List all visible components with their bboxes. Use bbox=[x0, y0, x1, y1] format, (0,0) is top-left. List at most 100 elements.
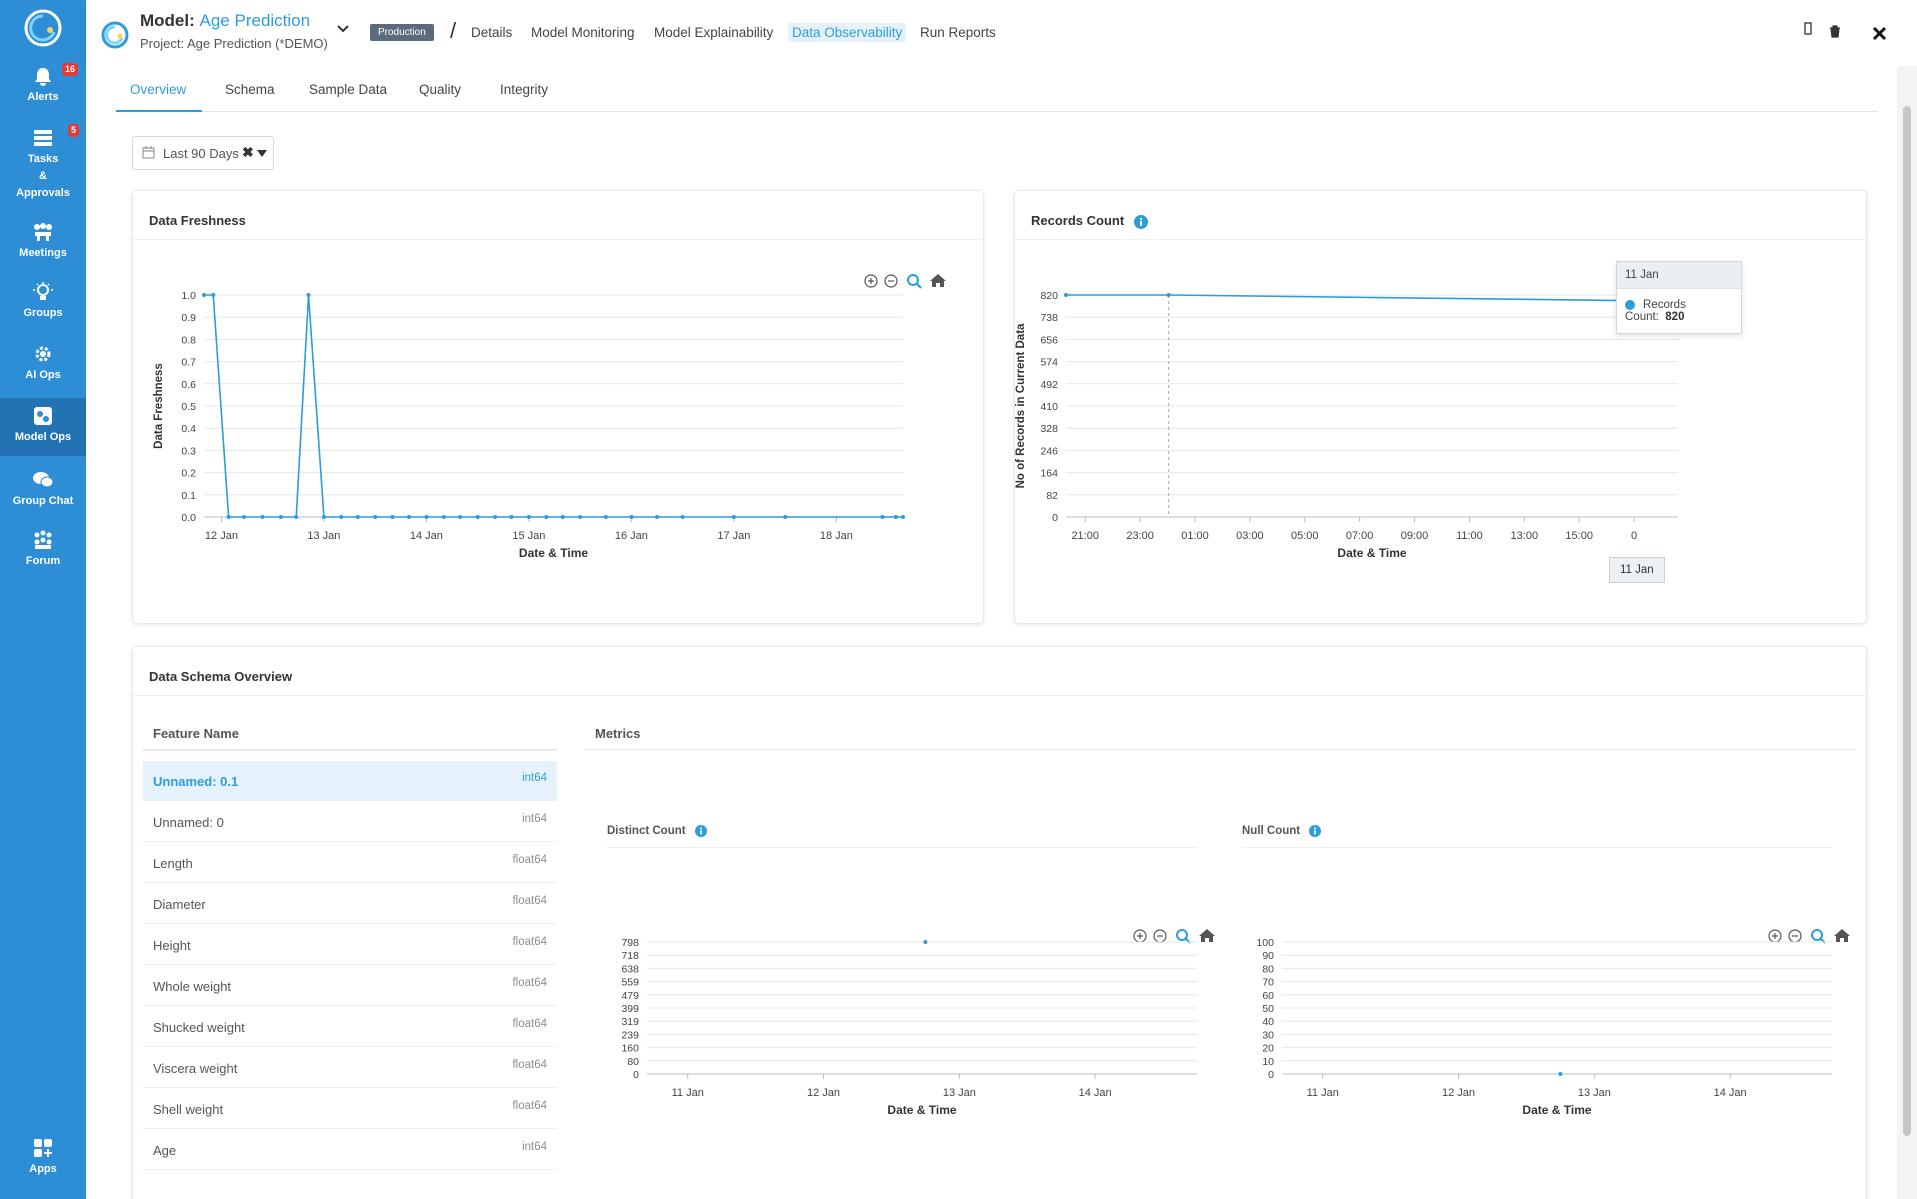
close-icon[interactable] bbox=[1872, 26, 1887, 41]
chevron-down-icon[interactable] bbox=[336, 24, 350, 34]
zoom-out-icon[interactable] bbox=[1153, 929, 1167, 943]
main-content: Overview Schema Sample Data Quality Inte… bbox=[86, 66, 1897, 1199]
data-point[interactable] bbox=[202, 293, 206, 297]
series-marker bbox=[1625, 299, 1635, 310]
reset-home-icon[interactable] bbox=[1834, 929, 1850, 942]
tab-overview[interactable]: Overview bbox=[130, 82, 186, 97]
data-point[interactable] bbox=[1166, 293, 1171, 297]
data-point[interactable] bbox=[1558, 1072, 1563, 1076]
data-point[interactable] bbox=[406, 515, 411, 519]
app-logo-icon[interactable] bbox=[23, 8, 63, 48]
data-point[interactable] bbox=[294, 515, 299, 519]
x-tick-label: 09:00 bbox=[1401, 530, 1429, 542]
copy-icon[interactable] bbox=[1803, 22, 1813, 36]
reset-home-icon[interactable] bbox=[930, 274, 946, 287]
data-point[interactable] bbox=[526, 515, 531, 519]
date-range-select[interactable]: Last 90 Days ✖ bbox=[132, 136, 274, 170]
data-point[interactable] bbox=[339, 515, 344, 519]
tab-integrity[interactable]: Integrity bbox=[500, 82, 548, 97]
sidebar-item-alerts[interactable]: Alerts 16 bbox=[0, 63, 86, 110]
y-tick-label: 0.0 bbox=[181, 512, 196, 524]
data-point[interactable] bbox=[278, 515, 283, 519]
data-point[interactable] bbox=[603, 515, 608, 519]
data-point[interactable] bbox=[458, 515, 463, 519]
data-point[interactable] bbox=[424, 515, 429, 519]
data-point[interactable] bbox=[241, 515, 246, 519]
sidebar-item-label: Apps bbox=[29, 1163, 57, 1175]
data-point[interactable] bbox=[544, 515, 549, 519]
data-point[interactable] bbox=[560, 515, 565, 519]
y-tick-label: 798 bbox=[621, 937, 639, 949]
zoom-select-icon[interactable] bbox=[1811, 929, 1826, 944]
y-tick-label: 10 bbox=[1262, 1056, 1274, 1068]
apps-grid-icon bbox=[34, 1139, 52, 1157]
data-point[interactable] bbox=[783, 515, 788, 519]
nav-model-monitoring[interactable]: Model Monitoring bbox=[531, 25, 635, 40]
data-point[interactable] bbox=[629, 515, 634, 519]
data-schema-card: Data Schema Overview Feature Name Metric… bbox=[132, 646, 1867, 1199]
x-tick-label: 16 Jan bbox=[615, 530, 648, 542]
zoom-in-icon[interactable] bbox=[864, 274, 878, 288]
data-point[interactable] bbox=[1064, 293, 1068, 297]
sidebar-item-ai-ops[interactable]: AI Ops bbox=[0, 344, 86, 388]
data-point[interactable] bbox=[578, 515, 583, 519]
sidebar-item-group-chat[interactable]: Group Chat bbox=[0, 470, 86, 514]
sidebar-item-model-ops[interactable]: Model Ops bbox=[0, 398, 86, 456]
nav-details[interactable]: Details bbox=[471, 25, 512, 40]
dropdown-caret-icon[interactable] bbox=[257, 150, 267, 157]
y-tick-label: 1.0 bbox=[181, 290, 196, 302]
zoom-in-icon[interactable] bbox=[1768, 929, 1782, 943]
sidebar-item-meetings[interactable]: Meetings bbox=[0, 222, 86, 266]
data-point[interactable] bbox=[509, 515, 514, 519]
y-tick-label: 70 bbox=[1262, 977, 1274, 989]
zoom-select-icon[interactable] bbox=[1176, 929, 1191, 944]
nav-data-observability[interactable]: Data Observability bbox=[788, 23, 907, 42]
data-point[interactable] bbox=[260, 515, 265, 519]
tab-quality[interactable]: Quality bbox=[419, 82, 461, 97]
zoom-out-icon[interactable] bbox=[884, 274, 898, 288]
data-point[interactable] bbox=[321, 515, 326, 519]
data-point[interactable] bbox=[373, 515, 378, 519]
data-point[interactable] bbox=[880, 515, 885, 519]
reset-home-icon[interactable] bbox=[1199, 929, 1215, 942]
sidebar-item-label: Alerts bbox=[27, 91, 59, 103]
ai-ops-gear-icon bbox=[35, 346, 51, 362]
data-point[interactable] bbox=[355, 515, 360, 519]
y-tick-label: 656 bbox=[1040, 334, 1058, 346]
trash-icon[interactable] bbox=[1829, 25, 1841, 38]
page-scrollbar[interactable] bbox=[1897, 66, 1917, 1199]
tab-sample-data[interactable]: Sample Data bbox=[309, 82, 387, 97]
data-point[interactable] bbox=[655, 515, 660, 519]
nav-model-explainability[interactable]: Model Explainability bbox=[654, 25, 773, 40]
y-axis-label: Data Freshness bbox=[153, 363, 165, 449]
data-point[interactable] bbox=[731, 515, 736, 519]
scrollbar-thumb[interactable] bbox=[1903, 106, 1911, 1136]
sidebar-item-groups[interactable]: Groups bbox=[0, 282, 86, 326]
data-point[interactable] bbox=[901, 515, 905, 519]
top-header: Model: Age Prediction Project: Age Predi… bbox=[86, 0, 1917, 66]
zoom-in-icon[interactable] bbox=[1133, 929, 1147, 943]
tab-schema[interactable]: Schema bbox=[225, 82, 275, 97]
data-point[interactable] bbox=[475, 515, 480, 519]
x-tick-label: 14 Jan bbox=[1079, 1087, 1112, 1099]
data-point[interactable] bbox=[306, 293, 311, 297]
sidebar-item-tasks-approvals[interactable]: Tasks & Approvals 5 bbox=[0, 124, 86, 199]
sidebar-item-apps[interactable]: Apps bbox=[0, 1138, 86, 1182]
y-tick-label: 0.6 bbox=[181, 379, 196, 391]
model-title-prefix: Model: bbox=[140, 11, 195, 30]
data-point[interactable] bbox=[680, 515, 685, 519]
data-point[interactable] bbox=[211, 293, 216, 297]
clear-icon[interactable]: ✖ bbox=[242, 144, 254, 161]
x-tick-label: 12 Jan bbox=[205, 530, 238, 542]
data-point[interactable] bbox=[893, 515, 898, 519]
zoom-out-icon[interactable] bbox=[1788, 929, 1802, 943]
data-point[interactable] bbox=[441, 515, 446, 519]
data-point[interactable] bbox=[923, 940, 928, 944]
nav-run-reports[interactable]: Run Reports bbox=[920, 25, 996, 40]
data-point[interactable] bbox=[226, 515, 231, 519]
data-point[interactable] bbox=[493, 515, 498, 519]
sidebar-item-forum[interactable]: Forum bbox=[0, 530, 86, 574]
sidebar-item-label: Groups bbox=[23, 307, 63, 319]
data-point[interactable] bbox=[390, 515, 395, 519]
zoom-select-icon[interactable] bbox=[907, 274, 922, 289]
